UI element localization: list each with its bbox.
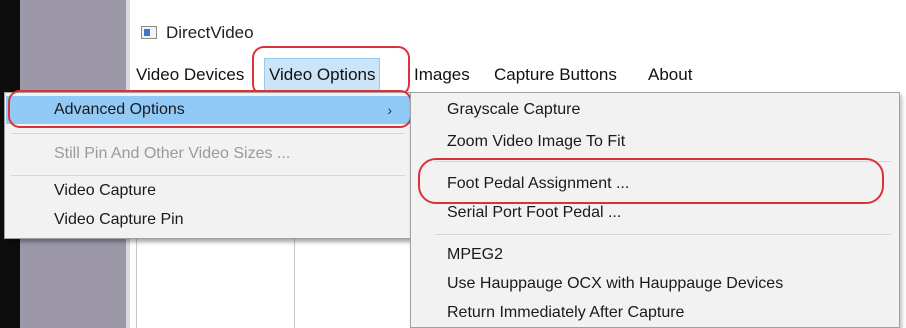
menu-item-return-immediately[interactable]: Return Immediately After Capture — [412, 299, 898, 327]
menu-images[interactable]: Images — [410, 58, 474, 92]
menu-item-grayscale-capture[interactable]: Grayscale Capture — [412, 96, 898, 124]
menu-separator — [435, 234, 891, 235]
menu-about[interactable]: About — [644, 58, 696, 92]
menu-separator — [11, 175, 405, 176]
menu-item-still-pin: Still Pin And Other Video Sizes ... — [54, 145, 291, 162]
annotation-oval-advanced-options — [8, 90, 412, 128]
menu-item-mpeg2[interactable]: MPEG2 — [412, 241, 898, 269]
title-bar: DirectVideo — [130, 0, 906, 56]
menu-item-zoom-video[interactable]: Zoom Video Image To Fit — [412, 128, 898, 156]
content-grid-line — [294, 239, 295, 328]
content-grid-line — [136, 239, 137, 328]
menu-item-video-capture-pin[interactable]: Video Capture Pin — [6, 206, 410, 234]
menu-separator — [11, 133, 405, 134]
menu-video-devices[interactable]: Video Devices — [132, 58, 248, 92]
annotation-oval-foot-pedal — [418, 158, 884, 204]
menu-capture-buttons[interactable]: Capture Buttons — [490, 58, 621, 92]
annotation-oval-video-options — [252, 46, 410, 96]
menu-item-video-capture[interactable]: Video Capture — [6, 177, 410, 205]
menu-bar: Video Devices Video Options Images Captu… — [130, 58, 906, 92]
advanced-options-submenu: Grayscale Capture Zoom Video Image To Fi… — [410, 92, 900, 328]
window-title: DirectVideo — [166, 23, 254, 42]
app-window-icon — [141, 26, 157, 39]
menu-item-use-hauppauge-ocx[interactable]: Use Hauppauge OCX with Hauppauge Devices — [412, 270, 898, 298]
